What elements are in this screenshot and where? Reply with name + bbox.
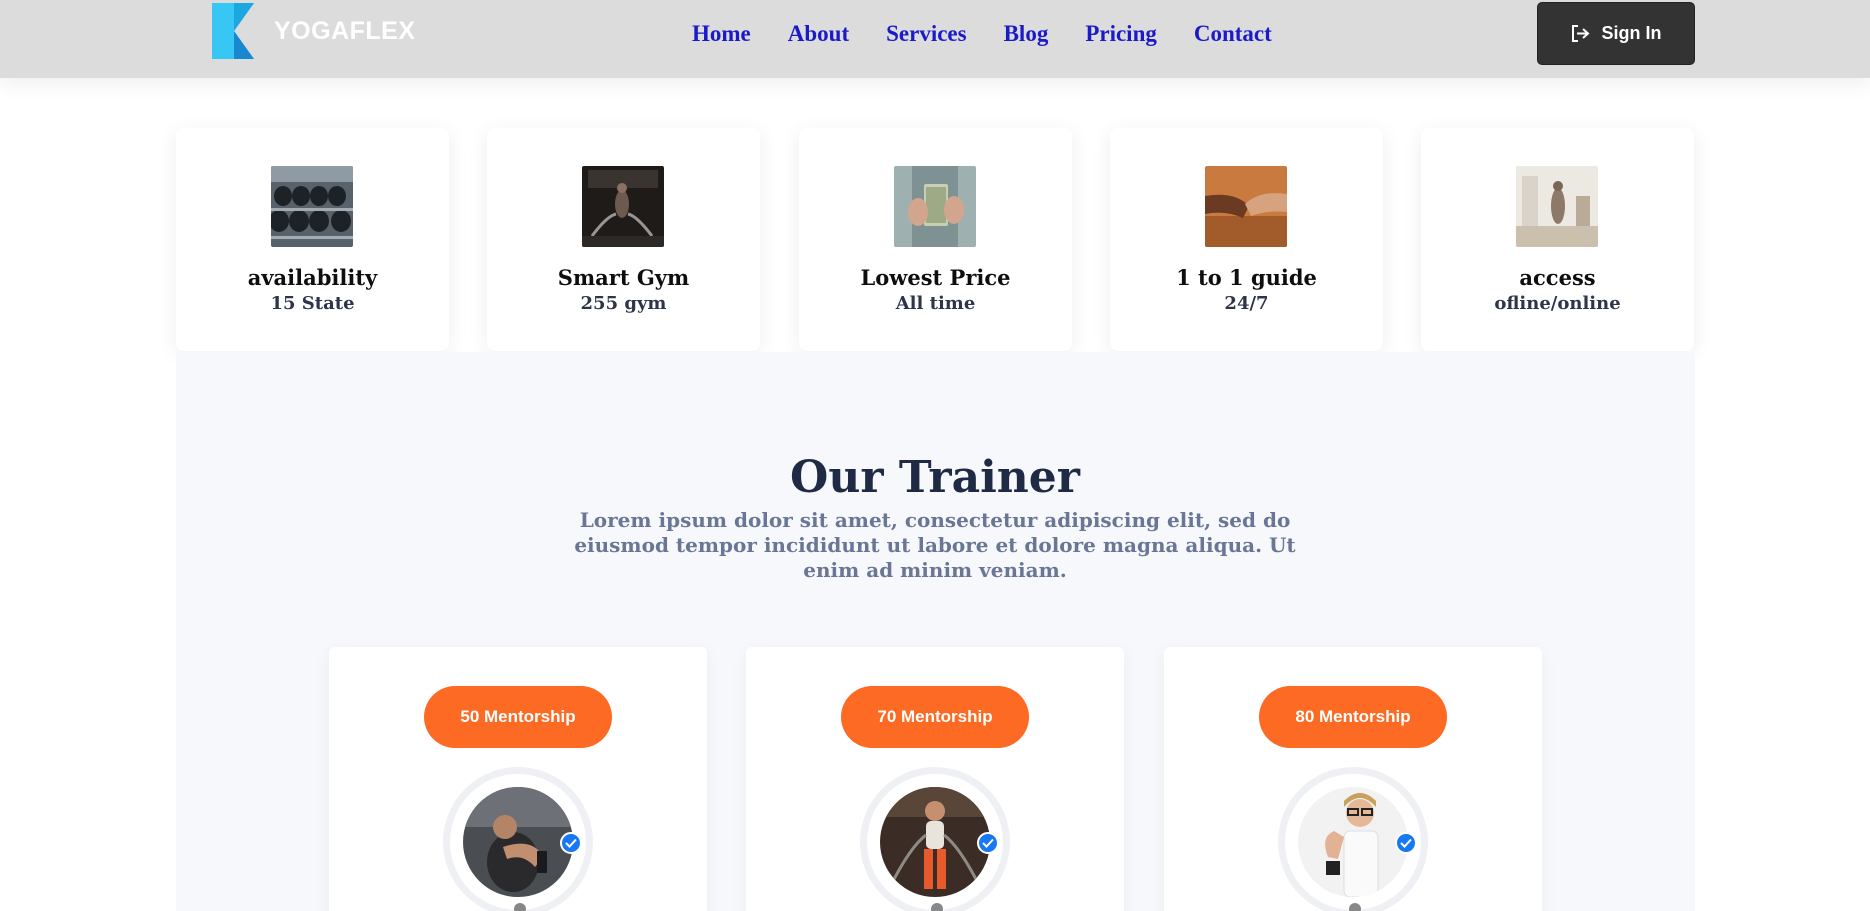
battle-ropes-photo — [582, 166, 664, 247]
status-dot — [514, 903, 526, 911]
cash-in-hands-photo — [894, 166, 976, 247]
nav-blog[interactable]: Blog — [1004, 19, 1049, 49]
handshake-photo — [1205, 166, 1287, 247]
trainer-avatar-ring — [1278, 767, 1428, 911]
trainer-avatar-ring — [860, 767, 1010, 911]
trainer-card[interactable]: 50 Mentorship — [329, 647, 707, 911]
section-description: Lorem ipsum dolor sit amet, consectetur … — [574, 508, 1296, 582]
sign-in-button[interactable]: Sign In — [1537, 2, 1695, 65]
status-dot — [1349, 903, 1361, 911]
avatar[interactable] — [880, 787, 990, 897]
main-nav: Home About Services Blog Pricing Contact — [692, 19, 1309, 49]
nav-about[interactable]: About — [788, 19, 849, 49]
brand-logo[interactable]: YOGAFLEX — [212, 3, 416, 59]
feature-subtitle: 24/7 — [1224, 293, 1269, 314]
verified-icon — [977, 832, 999, 854]
sign-in-label: Sign In — [1601, 23, 1662, 43]
nav-home[interactable]: Home — [692, 19, 751, 49]
feature-subtitle: 255 gym — [580, 293, 667, 314]
nav-contact[interactable]: Contact — [1194, 19, 1272, 49]
feature-card-availability: availability 15 State — [176, 128, 449, 351]
feature-subtitle: All time — [895, 293, 976, 314]
feature-card-access: access ofline/online — [1421, 128, 1694, 351]
feature-title: Lowest Price — [860, 265, 1011, 290]
feature-subtitle: 15 State — [270, 293, 355, 314]
brand-name: YOGAFLEX — [274, 17, 416, 45]
trainer-card[interactable]: 80 Mentorship — [1164, 647, 1542, 911]
trainer-card[interactable]: 70 Mentorship — [746, 647, 1124, 911]
avatar[interactable] — [463, 787, 573, 897]
feature-card-lowest-price: Lowest Price All time — [799, 128, 1072, 351]
sign-in-icon — [1571, 25, 1589, 42]
feature-title: access — [1519, 265, 1596, 290]
mentorship-badge[interactable]: 80 Mentorship — [1259, 686, 1447, 748]
feature-title: Smart Gym — [557, 265, 690, 290]
site-header: YOGAFLEX Home About Services Blog Pricin… — [0, 0, 1870, 78]
nav-services[interactable]: Services — [886, 19, 966, 49]
trainer-avatar-ring — [443, 767, 593, 911]
status-dot — [931, 903, 943, 911]
feature-title: 1 to 1 guide — [1176, 265, 1317, 290]
avatar[interactable] — [1298, 787, 1408, 897]
logo-mark-icon — [212, 3, 254, 59]
feature-title: availability — [247, 265, 378, 290]
verified-icon — [560, 832, 582, 854]
feature-subtitle: ofline/online — [1494, 293, 1621, 314]
nav-pricing[interactable]: Pricing — [1085, 19, 1157, 49]
home-workout-photo — [1516, 166, 1598, 247]
mentorship-badge[interactable]: 50 Mentorship — [424, 686, 612, 748]
verified-icon — [1395, 832, 1417, 854]
mentorship-badge[interactable]: 70 Mentorship — [841, 686, 1029, 748]
dumbbell-rack-photo — [271, 166, 353, 247]
feature-card-smart-gym: Smart Gym 255 gym — [487, 128, 760, 351]
feature-card-guide: 1 to 1 guide 24/7 — [1110, 128, 1383, 351]
section-title: Our Trainer — [790, 452, 1080, 503]
